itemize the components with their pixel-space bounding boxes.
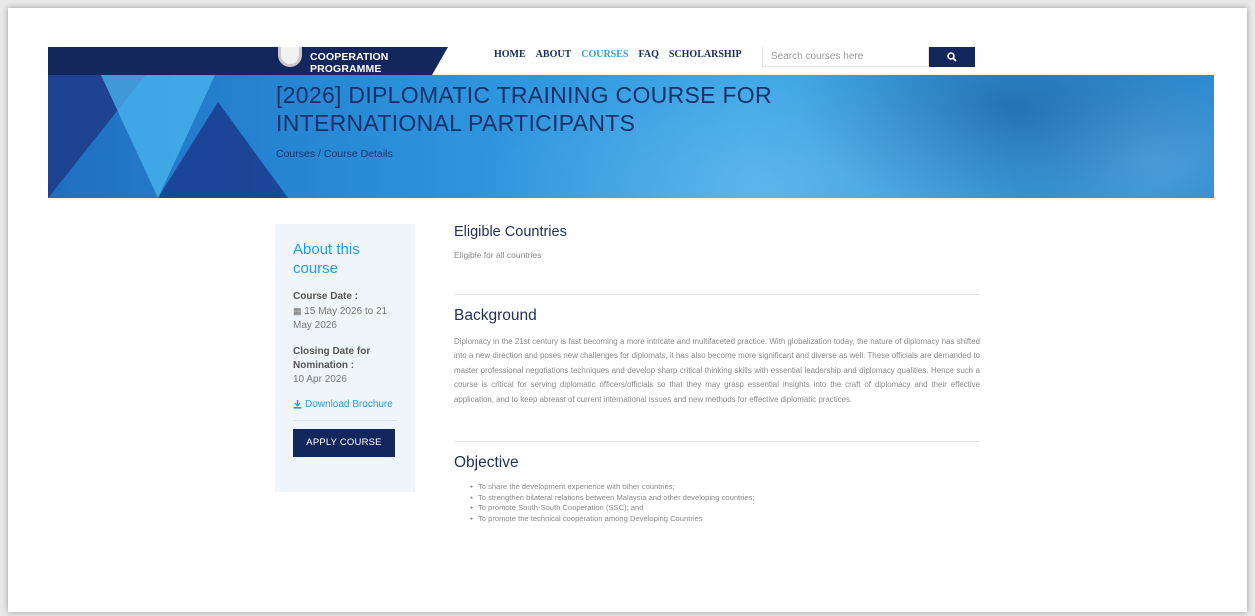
browser-frame: COOPERATION PROGRAMME HOME ABOUT COURSES… — [8, 8, 1247, 612]
course-info-card: About this course Course Date : ▦ 15 May… — [275, 224, 415, 492]
card-heading: About this course — [293, 241, 360, 277]
download-brochure-label: Download Brochure — [305, 399, 393, 410]
eligible-countries-heading: Eligible Countries — [454, 224, 567, 240]
calendar-icon: ▦ — [293, 306, 302, 316]
course-details: Eligible Countries Eligible for all coun… — [454, 224, 980, 524]
search-icon — [947, 52, 957, 62]
divider — [454, 294, 980, 295]
nav-home[interactable]: HOME — [494, 49, 526, 60]
course-date-label: Course Date : — [293, 291, 359, 302]
page-title-line: [2026] DIPLOMATIC TRAINING COURSE FOR — [276, 82, 772, 108]
divider — [454, 441, 980, 443]
hero-decor-triangle — [158, 102, 288, 198]
divider — [293, 420, 397, 421]
apply-course-button[interactable]: APPLY COURSE — [293, 429, 395, 457]
objective-list: To share the development experience with… — [454, 482, 980, 524]
objective-heading: Objective — [454, 454, 519, 472]
background-heading: Background — [454, 307, 537, 324]
nav-scholarship[interactable]: SCHOLARSHIP — [669, 49, 742, 60]
breadcrumb: Courses / Course Details — [276, 148, 393, 160]
search-input[interactable] — [762, 47, 929, 67]
list-item: To promote the technical cooperation amo… — [470, 514, 980, 525]
background-text: Diplomacy in the 21st century is fast be… — [454, 337, 980, 404]
top-navbar: COOPERATION PROGRAMME HOME ABOUT COURSES… — [48, 47, 1214, 75]
page-title-line: INTERNATIONAL PARTICIPANTS — [276, 110, 636, 136]
page-title: [2026] DIPLOMATIC TRAINING COURSE FOR IN… — [276, 81, 836, 137]
breadcrumb-separator: / — [315, 148, 324, 160]
breadcrumb-current: Course Details — [323, 148, 393, 160]
course-date-value: 15 May 2026 to 21 May 2026 — [293, 306, 388, 331]
closing-date-value: 10 Apr 2026 — [293, 374, 347, 385]
closing-date-label: Closing Date for Nomination : — [293, 346, 371, 371]
nav-about[interactable]: ABOUT — [536, 49, 572, 60]
nav-courses[interactable]: COURSES — [581, 49, 628, 60]
list-item: To promote South-South Cooperation (SSC)… — [470, 503, 980, 514]
list-item: To strengthen bilateral relations betwee… — [470, 493, 980, 504]
search-button[interactable] — [929, 47, 975, 67]
eligible-countries-text: Eligible for all countries — [454, 250, 542, 260]
download-brochure-link[interactable]: Download Brochure — [293, 399, 397, 410]
nav-faq[interactable]: FAQ — [638, 49, 658, 60]
list-item: To share the development experience with… — [470, 482, 980, 493]
breadcrumb-courses[interactable]: Courses — [276, 148, 315, 160]
main-nav: HOME ABOUT COURSES FAQ SCHOLARSHIP — [494, 49, 742, 60]
site-logo[interactable]: COOPERATION PROGRAMME — [48, 47, 448, 75]
logo-text: COOPERATION PROGRAMME — [310, 51, 389, 75]
emblem-logo-icon — [278, 47, 302, 67]
download-icon — [293, 400, 302, 409]
